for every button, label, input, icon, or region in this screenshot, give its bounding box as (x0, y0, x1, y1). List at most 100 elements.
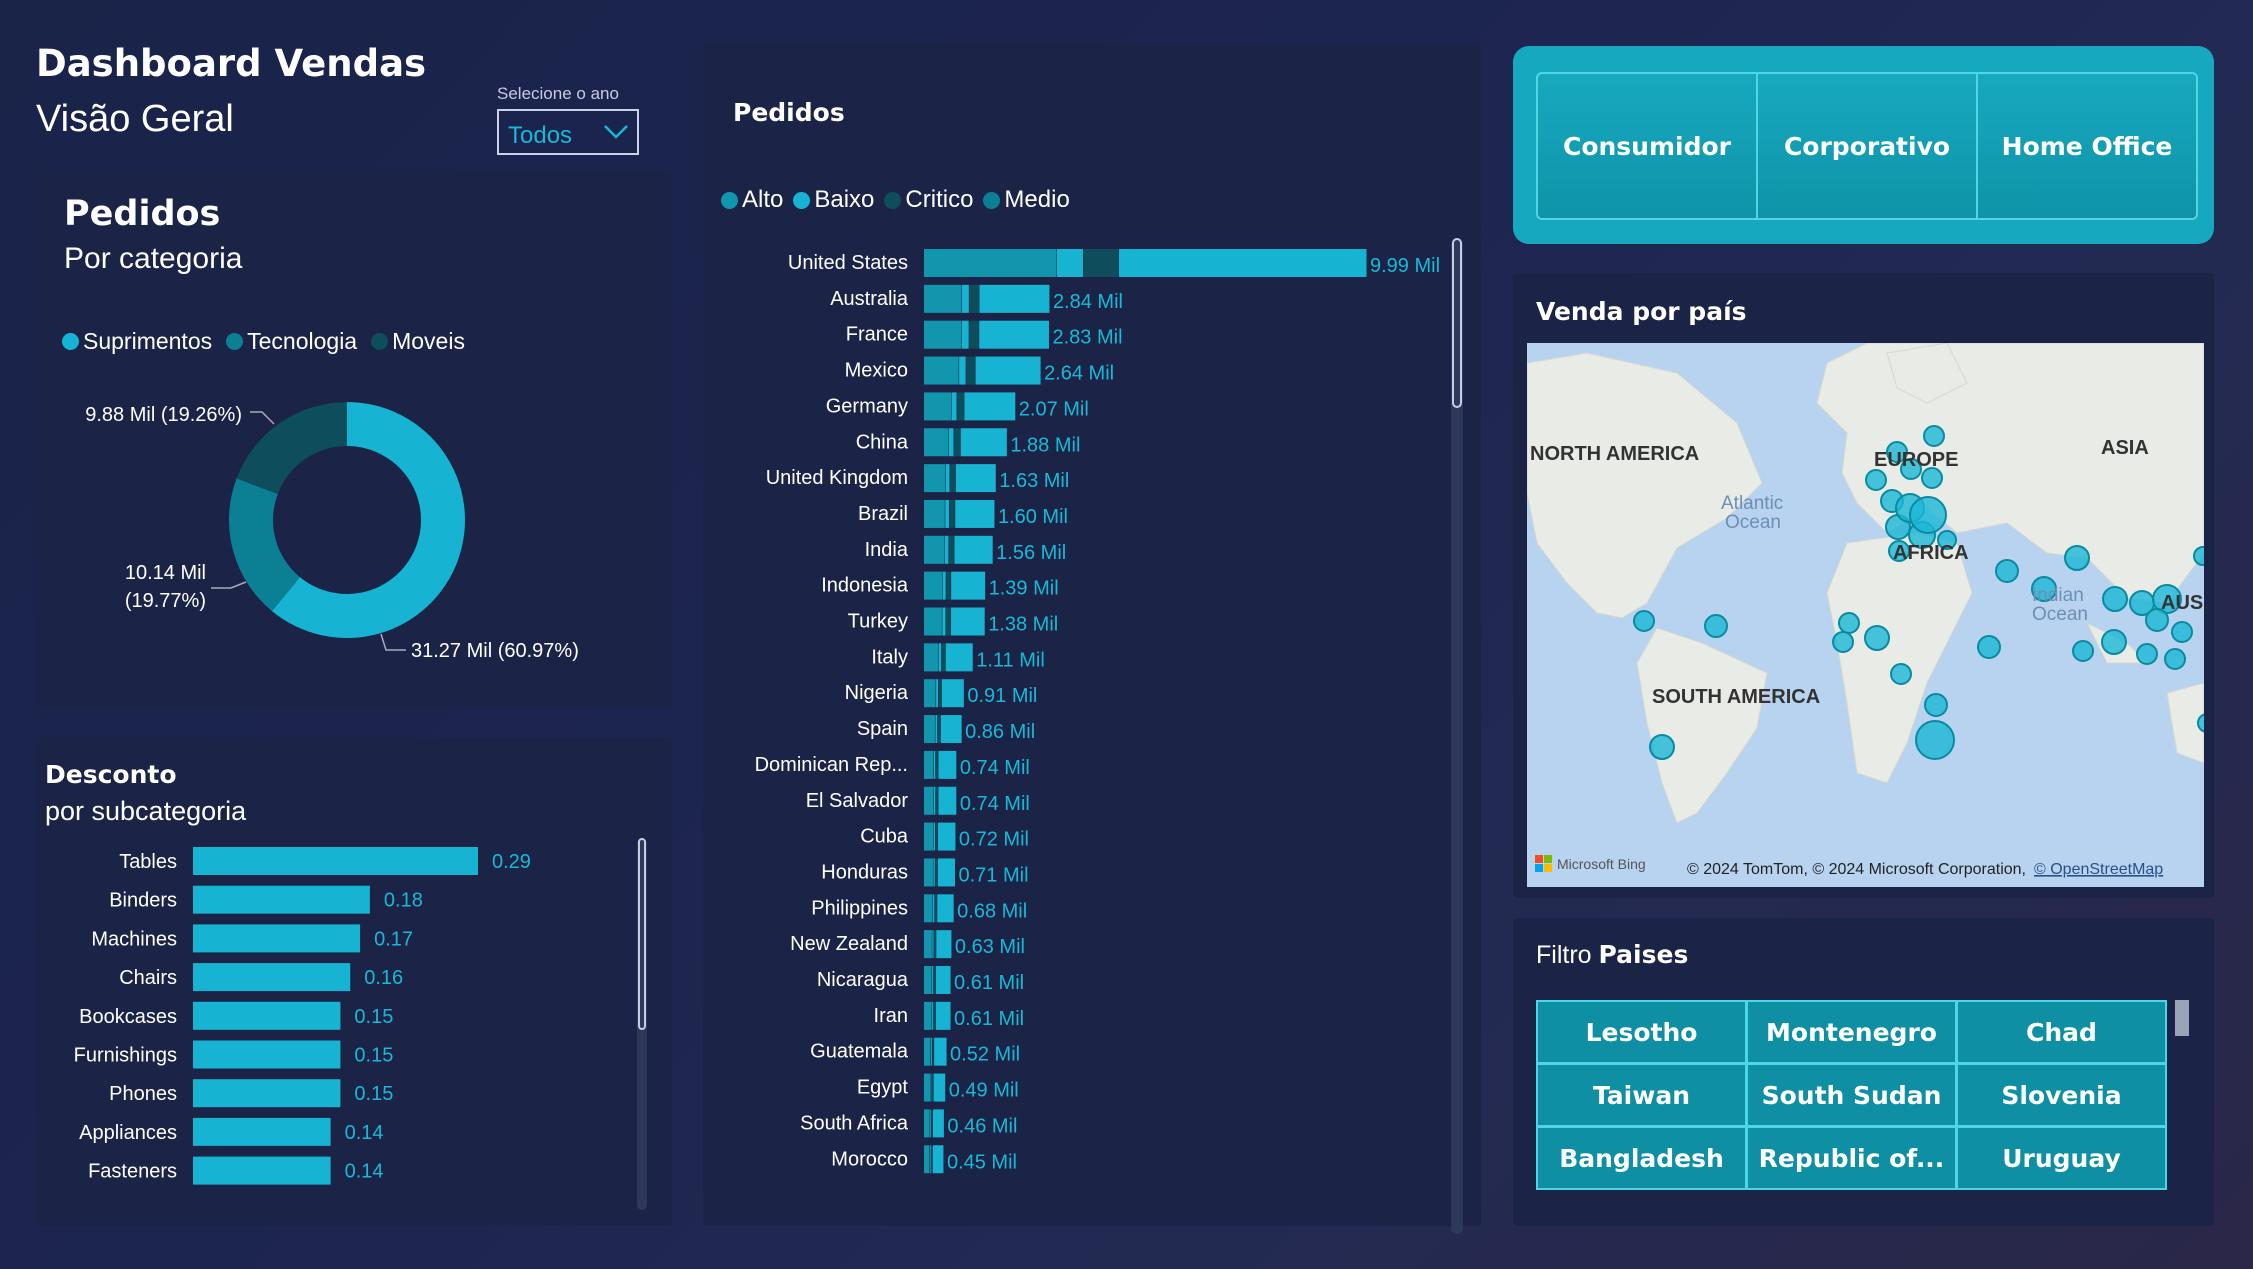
orders-scrollbar[interactable] (1451, 238, 1463, 1234)
segment-button-corporativo[interactable]: Corporativo (1756, 72, 1978, 220)
map-bubble[interactable] (1921, 467, 1943, 489)
discount-scrollbar[interactable] (637, 838, 647, 1210)
map-bubble[interactable] (2193, 546, 2204, 566)
discount-scrollbar-thumb[interactable] (638, 838, 646, 1030)
country-tile[interactable]: Taiwan (1536, 1063, 1747, 1127)
map-bubble[interactable] (1909, 496, 1947, 534)
country-tile[interactable]: Lesotho (1536, 1000, 1747, 1064)
osm-link[interactable]: © OpenStreetMap (2034, 861, 2163, 878)
orders-bar[interactable] (924, 607, 985, 636)
orders-bar[interactable] (924, 643, 973, 672)
orders-bar[interactable] (924, 535, 993, 564)
orders-bar-segment (945, 464, 950, 493)
orders-bar-segment (954, 535, 993, 564)
orders-bar-segment (969, 284, 979, 313)
bar-value-label: 1.39 Mil (989, 578, 1059, 600)
orders-bar-segment (938, 786, 957, 815)
map-bubble[interactable] (1890, 663, 1912, 685)
orders-bar[interactable] (924, 499, 995, 528)
map-bubble[interactable] (1923, 425, 1945, 447)
legend-label: Medio (1004, 186, 1070, 213)
orders-bar[interactable] (924, 249, 1367, 277)
map-bubble[interactable] (1915, 720, 1955, 760)
orders-bar-segment (941, 643, 946, 672)
orders-bar-segment (924, 858, 933, 887)
discount-bar[interactable] (193, 924, 361, 953)
orders-bar[interactable] (924, 930, 952, 959)
world-map[interactable]: NORTH AMERICA SOUTH AMERICA EUROPE ASIA … (1527, 343, 2204, 887)
orders-bar[interactable] (924, 1109, 944, 1138)
orders-bar[interactable] (924, 822, 956, 851)
orders-bar-segment (938, 822, 956, 851)
country-tile[interactable]: Bangladesh (1536, 1126, 1747, 1190)
map-bubble[interactable] (2101, 629, 2127, 655)
map-bubble[interactable] (1977, 635, 2001, 659)
map-bubble[interactable] (2164, 648, 2186, 670)
map-bubble[interactable] (1832, 631, 1854, 653)
orders-bar[interactable] (924, 284, 1050, 313)
map-label-indian-ocean: Ocean (2032, 604, 2088, 625)
orders-bar[interactable] (924, 858, 955, 887)
segment-button-consumidor[interactable]: Consumidor (1536, 72, 1758, 220)
map-bubble[interactable] (1864, 625, 1890, 651)
map-bubble[interactable] (1838, 612, 1860, 634)
map-bubble[interactable] (1995, 559, 2019, 583)
map-bubble[interactable] (1704, 614, 1728, 638)
bar-value-label: 0.45 Mil (947, 1151, 1017, 1173)
map-bubble[interactable] (1924, 693, 1948, 717)
donut-slice-moveis[interactable] (236, 402, 347, 494)
orders-bar[interactable] (924, 320, 1049, 349)
orders-bar-segment (979, 284, 1050, 313)
orders-bar[interactable] (924, 750, 957, 779)
map-bubble[interactable] (1649, 734, 1675, 760)
discount-bar[interactable] (193, 885, 370, 914)
country-filter-tiles: Lesotho Montenegro Chad Taiwan South Sudan Sl… (1536, 1000, 2168, 1190)
orders-bar[interactable] (924, 715, 962, 744)
discount-bar[interactable] (193, 1117, 331, 1146)
orders-bar[interactable] (924, 428, 1007, 457)
orders-bar-segment (966, 356, 976, 385)
map-bubble[interactable] (2072, 640, 2094, 662)
country-tile[interactable]: Slovenia (1956, 1063, 2167, 1127)
map-bubble[interactable] (2136, 643, 2158, 665)
map-bubble[interactable] (2171, 621, 2193, 643)
donut-label-tecnologia: 10.14 Mil (125, 562, 206, 584)
map-label-europe: EUROPE (1874, 449, 1958, 471)
orders-bar[interactable] (924, 786, 957, 815)
orders-bar[interactable] (924, 966, 951, 994)
discount-bar[interactable] (193, 963, 351, 992)
map-bubble[interactable] (2064, 545, 2090, 571)
country-filter-scrollbar[interactable] (2175, 1000, 2189, 1036)
discount-bar[interactable] (193, 1156, 331, 1185)
orders-bar[interactable] (924, 356, 1041, 385)
orders-bar[interactable] (924, 392, 1016, 421)
orders-bar[interactable] (924, 679, 964, 708)
orders-bar[interactable] (924, 1145, 944, 1174)
map-bubble[interactable] (1865, 469, 1887, 491)
discount-bar[interactable] (193, 1001, 341, 1030)
orders-bar[interactable] (924, 1001, 951, 1030)
orders-bar-segment (924, 930, 932, 959)
country-tile[interactable]: Uruguay (1956, 1126, 2167, 1190)
discount-bar[interactable] (193, 847, 478, 875)
donut-legend: Suprimentos Tecnologia Moveis (62, 328, 479, 356)
discount-bar[interactable] (193, 1040, 341, 1069)
map-bubble[interactable] (1633, 610, 1655, 632)
orders-bar[interactable] (924, 464, 996, 493)
orders-scrollbar-thumb[interactable] (1452, 238, 1462, 408)
orders-bar[interactable] (924, 894, 954, 923)
country-tile[interactable]: Chad (1956, 1000, 2167, 1064)
year-filter-dropdown[interactable]: Todos (497, 109, 639, 155)
orders-bar[interactable] (924, 571, 986, 600)
orders-bar[interactable] (924, 1073, 946, 1102)
country-tile[interactable]: Republic of... (1746, 1126, 1957, 1190)
map-bubble[interactable] (2102, 586, 2128, 612)
discount-bar[interactable] (193, 1079, 341, 1108)
country-tile[interactable]: South Sudan (1746, 1063, 1957, 1127)
orders-bar-segment (924, 786, 934, 815)
orders-bar[interactable] (924, 1037, 947, 1066)
bar-category-label: Nigeria (845, 682, 909, 704)
orders-bar-segment (924, 966, 932, 994)
country-tile[interactable]: Montenegro (1746, 1000, 1957, 1064)
segment-button-home-office[interactable]: Home Office (1976, 72, 2198, 220)
